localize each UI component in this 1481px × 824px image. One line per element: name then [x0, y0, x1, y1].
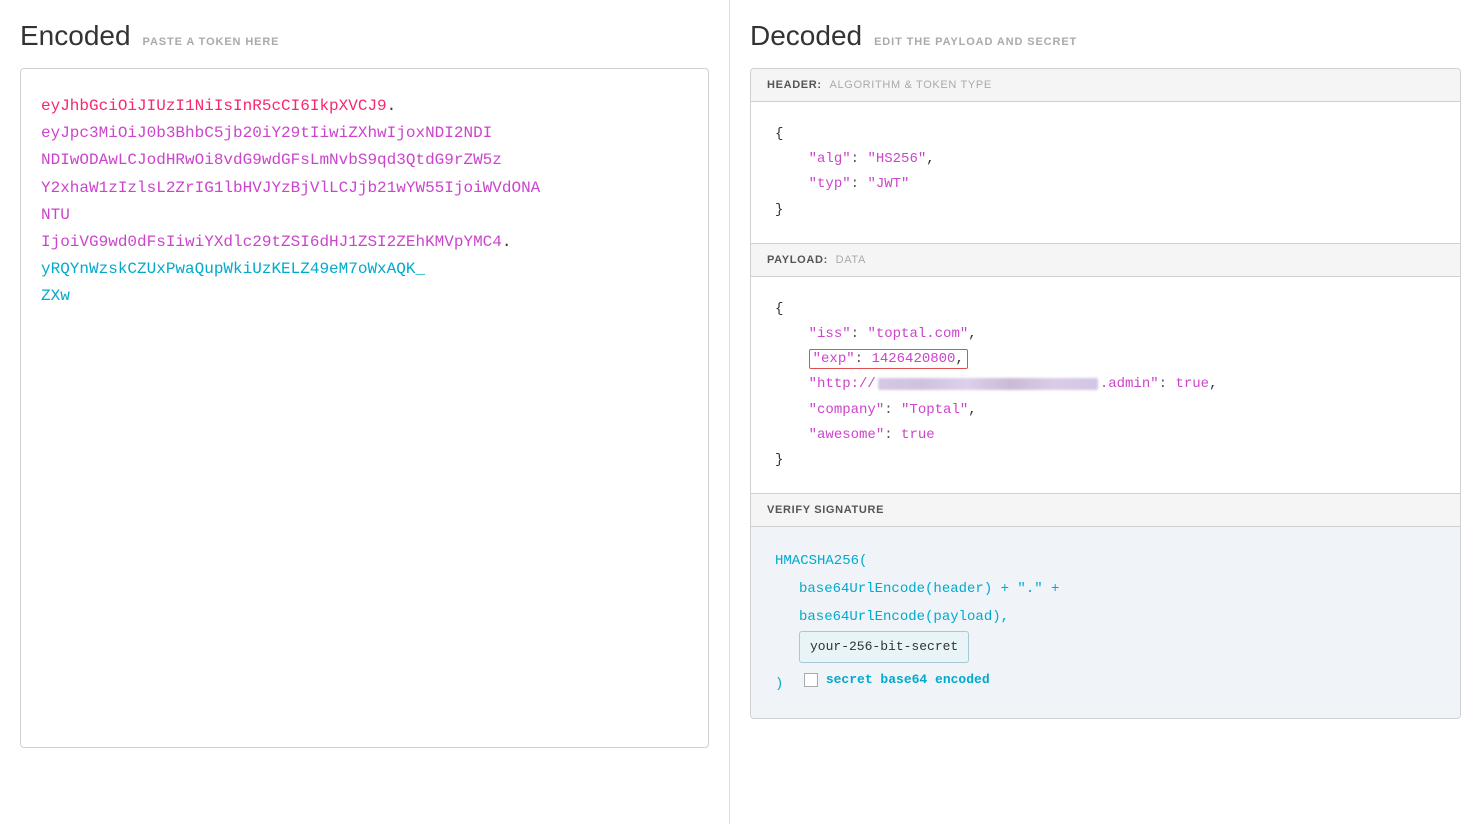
payload-exp-key: "exp" — [813, 351, 855, 367]
payload-iss-comma: , — [968, 326, 976, 342]
decoded-subtitle: EDIT THE PAYLOAD AND SECRET — [874, 36, 1077, 48]
token-part2-line4: NTU — [41, 206, 70, 224]
payload-admin-val: true — [1175, 376, 1209, 392]
header-section-header: HEADER: ALGORITHM & TOKEN TYPE — [751, 69, 1460, 102]
header-label: HEADER: — [767, 79, 822, 91]
verify-line2: base64UrlEncode(payload), — [775, 609, 1009, 625]
header-alg-colon: : — [851, 151, 868, 167]
verify-section-body[interactable]: HMACSHA256( base64UrlEncode(header) + ".… — [751, 527, 1460, 718]
token-part1: eyJhbGciOiJIUzI1NiIsInR5cCI6IkpXVCJ9 — [41, 97, 387, 115]
header-typ-val: "JWT" — [867, 176, 909, 192]
payload-iss-colon: : — [851, 326, 868, 342]
payload-awesome-val: true — [901, 427, 935, 443]
payload-exp-highlight: "exp": 1426420800, — [809, 349, 968, 369]
verify-close: ) — [775, 676, 783, 692]
payload-admin-colon: : — [1159, 376, 1176, 392]
verify-secret-input[interactable]: your-256-bit-secret — [799, 631, 969, 663]
token-part3-line1: yRQYnWzskCZUxPwaQupWkiUzKELZ49eM7oWxAQK_ — [41, 260, 425, 278]
verify-secret-indent: your-256-bit-secret — [775, 639, 969, 655]
token-part2-line5: IjoiVG9wd0dFsIiwiYXdlc29tZSI6dHJ1ZSI2ZEh… — [41, 233, 502, 251]
header-alg-comma: , — [926, 151, 934, 167]
payload-awesome-key: "awesome" — [809, 427, 885, 443]
header-open-brace: { — [775, 126, 783, 142]
payload-company-val: "Toptal" — [901, 402, 968, 418]
payload-url-blurred — [878, 378, 1098, 390]
token-part2-line2: NDIwODAwLCJodHRwOi8vdG9wdGFsLmNvbS9qd3Qt… — [41, 151, 502, 169]
payload-open-brace: { — [775, 301, 783, 317]
header-typ-key: "typ" — [809, 176, 851, 192]
payload-exp-colon: : — [855, 351, 872, 367]
payload-section-body[interactable]: { "iss": "toptal.com", "exp": 1426420800… — [751, 277, 1460, 494]
header-section-body[interactable]: { "alg": "HS256", "typ": "JWT" } — [751, 102, 1460, 244]
decoded-title: Decoded EDIT THE PAYLOAD AND SECRET — [750, 20, 1461, 52]
payload-exp-val: 1426420800 — [871, 351, 955, 367]
token-part2-line3: Y2xhaW1zIzlsL2ZrIG1lbHVJYzBjVlLCJjb21wYW… — [41, 179, 540, 197]
token-dot2: . — [502, 233, 512, 251]
encoded-subtitle: PASTE A TOKEN HERE — [143, 36, 280, 48]
payload-iss-key: "iss" — [809, 326, 851, 342]
verify-checkbox-row: secret base64 encoded — [804, 667, 990, 693]
encoded-panel: Encoded PASTE A TOKEN HERE eyJhbGciOiJIU… — [0, 0, 730, 824]
decoded-sections: HEADER: ALGORITHM & TOKEN TYPE { "alg": … — [750, 68, 1461, 719]
payload-http-key: "http:// — [809, 376, 876, 392]
payload-company-key: "company" — [809, 402, 885, 418]
payload-awesome-colon: : — [884, 427, 901, 443]
verify-checkbox-label: secret base64 encoded — [826, 667, 990, 693]
verify-label: VERIFY SIGNATURE — [767, 504, 884, 516]
verify-checkbox[interactable] — [804, 673, 818, 687]
header-alg-val: "HS256" — [867, 151, 926, 167]
encoded-title-text: Encoded — [20, 20, 131, 52]
payload-exp-comma: , — [955, 351, 963, 367]
decoded-title-text: Decoded — [750, 20, 862, 52]
payload-iss-val: "toptal.com" — [867, 326, 968, 342]
payload-company-colon: : — [884, 402, 901, 418]
token-part2-line1: eyJpc3MiOiJ0b3BhbC5jb20iY29tIiwiZXhwIjox… — [41, 124, 492, 142]
payload-sub: DATA — [836, 254, 866, 266]
payload-section-header: PAYLOAD: DATA — [751, 244, 1460, 277]
payload-close-brace: } — [775, 452, 783, 468]
encoded-box[interactable]: eyJhbGciOiJIUzI1NiIsInR5cCI6IkpXVCJ9. ey… — [20, 68, 709, 748]
header-typ-colon: : — [851, 176, 868, 192]
payload-company-comma: , — [968, 402, 976, 418]
header-alg-key: "alg" — [809, 151, 851, 167]
verify-line1-text: base64UrlEncode(header) + "." + — [799, 581, 1059, 597]
verify-section-header: VERIFY SIGNATURE — [751, 494, 1460, 527]
payload-admin-key: .admin" — [1100, 376, 1159, 392]
decoded-panel: Decoded EDIT THE PAYLOAD AND SECRET HEAD… — [730, 0, 1481, 824]
payload-label: PAYLOAD: — [767, 254, 828, 266]
payload-admin-comma: , — [1209, 376, 1217, 392]
verify-line2-text: base64UrlEncode(payload), — [799, 609, 1009, 625]
encoded-title: Encoded PASTE A TOKEN HERE — [20, 20, 729, 52]
token-part3-line2: ZXw — [41, 287, 70, 305]
header-sub: ALGORITHM & TOKEN TYPE — [829, 79, 991, 91]
token-dot1: . — [387, 97, 397, 115]
verify-line1: base64UrlEncode(header) + "." + — [775, 581, 1059, 597]
header-close-brace: } — [775, 202, 783, 218]
verify-func: HMACSHA256( — [775, 553, 867, 569]
